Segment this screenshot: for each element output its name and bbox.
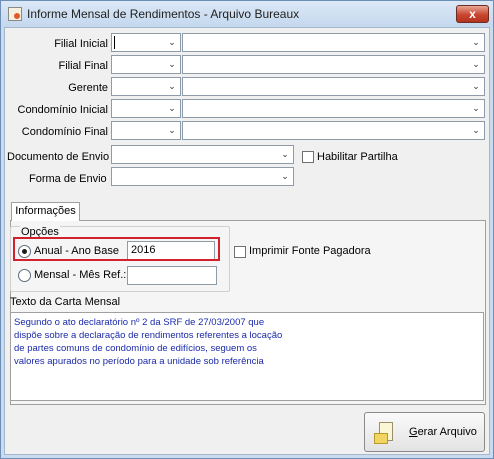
- label-gerente: Gerente: [68, 82, 108, 94]
- chevron-down-icon[interactable]: ⌄: [468, 78, 484, 95]
- carta-line: valores apurados no período para a unida…: [14, 356, 264, 367]
- filial-final-code-select[interactable]: ⌄: [111, 55, 181, 74]
- carta-line: de partes comuns de condomínio de edifíc…: [14, 343, 257, 354]
- filial-inicial-name-select[interactable]: ⌄: [182, 33, 485, 52]
- mes-ref-input[interactable]: [127, 266, 217, 285]
- chevron-down-icon[interactable]: ⌄: [468, 122, 484, 139]
- mensal-radio[interactable]: [18, 269, 31, 282]
- document-icon: [374, 422, 393, 444]
- gerar-rest: erar Arquivo: [417, 426, 477, 438]
- label-condominio-final: Condomínio Final: [21, 126, 108, 138]
- condominio-inicial-name-select[interactable]: ⌄: [182, 99, 485, 118]
- condominio-final-code-select[interactable]: ⌄: [111, 121, 181, 140]
- chevron-down-icon[interactable]: ⌄: [164, 122, 180, 139]
- chevron-down-icon[interactable]: ⌄: [468, 100, 484, 117]
- title-bar: Informe Mensal de Rendimentos - Arquivo …: [1, 1, 493, 27]
- close-button[interactable]: x: [456, 5, 489, 23]
- chevron-down-icon[interactable]: ⌄: [277, 168, 293, 185]
- chevron-down-icon[interactable]: ⌄: [164, 34, 180, 51]
- app-icon: [8, 7, 22, 21]
- carta-line: Segundo o ato declaratório nº 2 da SRF d…: [14, 317, 265, 328]
- label-filial-final: Filial Final: [58, 60, 108, 72]
- gerente-code-select[interactable]: ⌄: [111, 77, 181, 96]
- client-area: Filial Inicial ⌄ ⌄ Filial Final ⌄ ⌄ Gere…: [4, 27, 490, 455]
- imprimir-fonte-checkbox[interactable]: [234, 246, 246, 258]
- gerar-arquivo-label: Gerar Arquivo: [409, 426, 477, 438]
- window-title: Informe Mensal de Rendimentos - Arquivo …: [27, 7, 300, 21]
- text-caret: [114, 36, 115, 49]
- label-mensal: Mensal - Mês Ref.:: [34, 269, 127, 281]
- label-texto-carta: Texto da Carta Mensal: [10, 296, 121, 308]
- chevron-down-icon[interactable]: ⌄: [164, 100, 180, 117]
- gerente-name-select[interactable]: ⌄: [182, 77, 485, 96]
- carta-line: dispõe sobre a declaração de rendimentos…: [14, 330, 283, 341]
- forma-envio-select[interactable]: ⌄: [111, 167, 294, 186]
- label-imprimir-fonte: Imprimir Fonte Pagadora: [249, 245, 371, 257]
- label-documento-envio: Documento de Envio: [7, 151, 110, 163]
- chevron-down-icon[interactable]: ⌄: [164, 56, 180, 73]
- main-window: Informe Mensal de Rendimentos - Arquivo …: [0, 0, 494, 459]
- filial-inicial-code-select[interactable]: ⌄: [111, 33, 181, 52]
- label-filial-inicial: Filial Inicial: [54, 38, 108, 50]
- chevron-down-icon[interactable]: ⌄: [468, 56, 484, 73]
- condominio-final-name-select[interactable]: ⌄: [182, 121, 485, 140]
- chevron-down-icon[interactable]: ⌄: [277, 146, 293, 163]
- condominio-inicial-code-select[interactable]: ⌄: [111, 99, 181, 118]
- chevron-down-icon[interactable]: ⌄: [164, 78, 180, 95]
- chevron-down-icon[interactable]: ⌄: [468, 34, 484, 51]
- gerar-mnemonic: G: [409, 426, 418, 438]
- label-forma-envio: Forma de Envio: [29, 173, 107, 185]
- carta-textarea[interactable]: Segundo o ato declaratório nº 2 da SRF d…: [10, 312, 484, 401]
- habilitar-partilha-checkbox[interactable]: [302, 151, 314, 163]
- label-condominio-inicial: Condomínio Inicial: [17, 104, 109, 116]
- filial-final-name-select[interactable]: ⌄: [182, 55, 485, 74]
- label-habilitar-partilha: Habilitar Partilha: [317, 151, 398, 163]
- documento-envio-select[interactable]: ⌄: [111, 145, 294, 164]
- gerar-arquivo-button[interactable]: Gerar Arquivo: [364, 412, 485, 452]
- tab-informacoes[interactable]: Informações: [11, 202, 80, 221]
- highlight-box: [13, 237, 220, 261]
